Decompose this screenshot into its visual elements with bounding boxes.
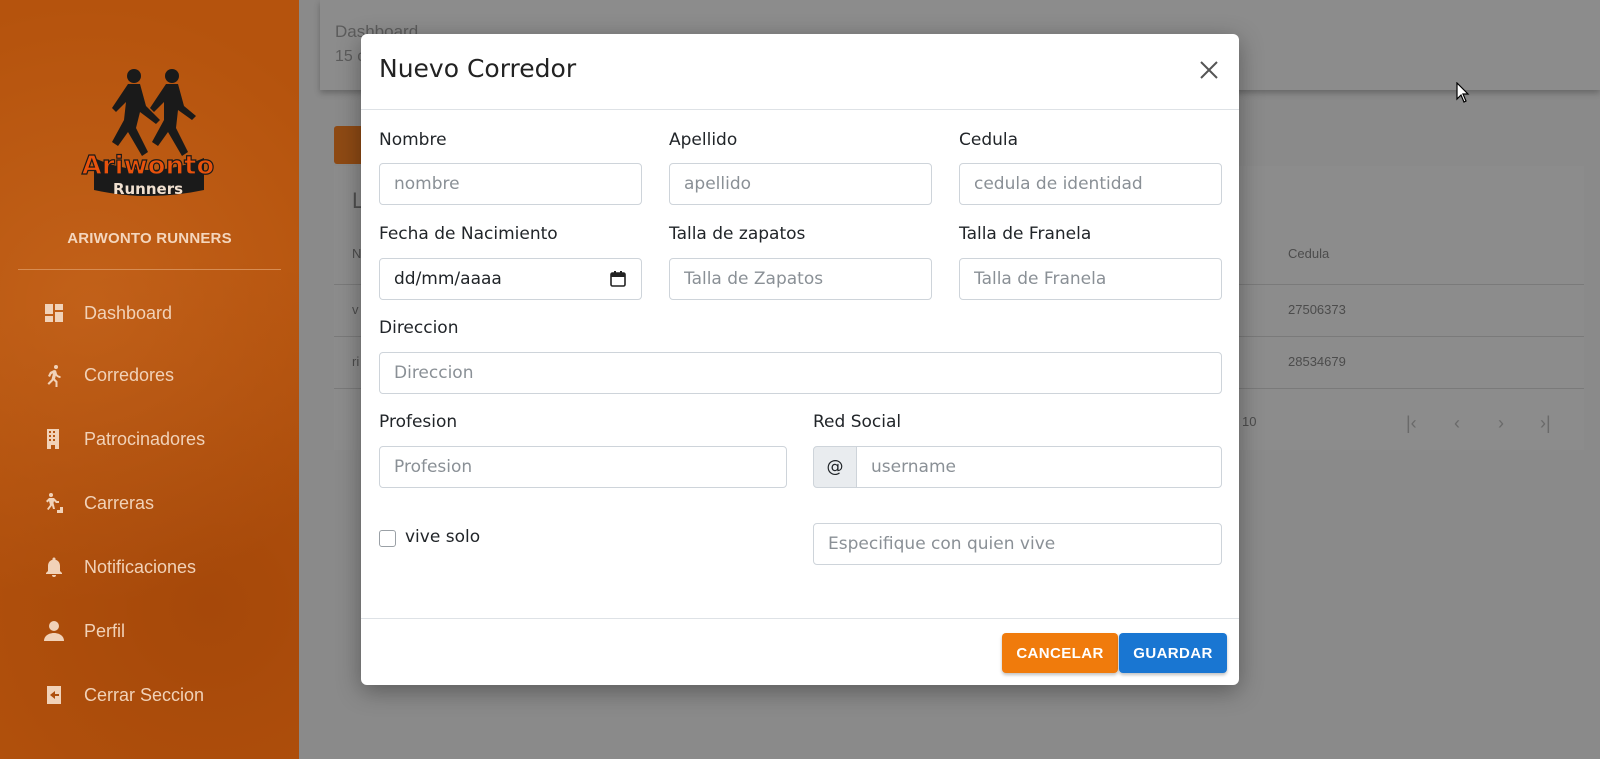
- first-page-icon[interactable]: |‹: [1406, 413, 1417, 434]
- birthdate-input[interactable]: dd/mm/aaaa: [379, 258, 642, 300]
- sidebar-item-perfil[interactable]: Perfil: [40, 616, 125, 646]
- bell-icon: [40, 553, 68, 581]
- modal-title: Nuevo Corredor: [379, 54, 577, 83]
- next-page-icon[interactable]: ›: [1498, 413, 1504, 434]
- cedula-label: Cedula: [959, 130, 1019, 150]
- sidebar-item-notificaciones[interactable]: Notificaciones: [40, 552, 196, 582]
- lives-with-input[interactable]: [813, 523, 1222, 565]
- runner-icon: [40, 361, 68, 389]
- shirt-size-input[interactable]: [959, 258, 1222, 300]
- cedula-input[interactable]: [959, 163, 1222, 205]
- cancel-button[interactable]: CANCELAR: [1002, 633, 1118, 673]
- sidebar-item-patrocinadores[interactable]: Patrocinadores: [40, 424, 205, 454]
- at-sign-addon: @: [813, 446, 857, 488]
- rows-per-page-select[interactable]: 10: [1242, 414, 1256, 429]
- close-button[interactable]: [1195, 56, 1223, 84]
- calendar-icon[interactable]: [609, 270, 627, 288]
- sidebar-item-dashboard[interactable]: Dashboard: [40, 298, 172, 328]
- person-icon: [40, 617, 68, 645]
- profession-input[interactable]: [379, 446, 787, 488]
- sidebar: Ariwonto Runners ARIWONTO RUNNERS Dashbo…: [0, 0, 299, 759]
- fecha-label: Fecha de Nacimiento: [379, 224, 558, 244]
- building-icon: [40, 425, 68, 453]
- lives-alone-label: vive solo: [405, 527, 481, 547]
- franela-label: Talla de Franela: [959, 224, 1092, 244]
- sidebar-item-cerrar-seccion[interactable]: Cerrar Seccion: [40, 680, 204, 710]
- sidebar-item-label: Corredores: [84, 364, 175, 385]
- prev-page-icon[interactable]: ‹: [1454, 413, 1460, 434]
- social-username-input[interactable]: [856, 446, 1222, 488]
- new-runner-modal: Nuevo Corredor Nombre Apellido Cedula Fe…: [361, 34, 1239, 685]
- sidebar-item-carreras[interactable]: Carreras: [40, 488, 154, 518]
- sidebar-item-label: Patrocinadores: [84, 428, 206, 449]
- column-header-name: N: [352, 246, 362, 261]
- column-header-cedula: Cedula: [1288, 246, 1330, 261]
- apellido-input[interactable]: [669, 163, 932, 205]
- brand-divider: [18, 269, 281, 270]
- mouse-cursor-icon: [1456, 82, 1470, 103]
- stairs-runner-icon: [40, 489, 68, 517]
- logout-icon: [40, 681, 68, 709]
- close-icon: [1200, 61, 1218, 79]
- lives-alone-checkbox[interactable]: [379, 530, 396, 547]
- modal-header-divider: [361, 109, 1239, 110]
- profesion-label: Profesion: [379, 412, 458, 432]
- ariwonto-logo: Ariwonto Runners: [81, 69, 215, 198]
- apellido-label: Apellido: [669, 130, 738, 150]
- red-social-label: Red Social: [813, 412, 902, 432]
- sidebar-item-label: Notificaciones: [84, 556, 197, 577]
- dashboard-icon: [40, 299, 68, 327]
- direccion-label: Direccion: [379, 318, 459, 338]
- svg-text:Ariwonto: Ariwonto: [82, 151, 215, 181]
- modal-footer-divider: [361, 618, 1239, 619]
- nombre-label: Nombre: [379, 130, 447, 150]
- table-cell: v: [352, 302, 359, 317]
- shoe-size-input[interactable]: [669, 258, 932, 300]
- table-cell: ri: [352, 354, 360, 369]
- address-input[interactable]: [379, 352, 1222, 394]
- nombre-input[interactable]: [379, 163, 642, 205]
- brand-name: ARIWONTO RUNNERS: [67, 230, 232, 247]
- birthdate-value: dd/mm/aaaa: [394, 269, 502, 289]
- sidebar-item-label: Dashboard: [84, 302, 173, 323]
- sidebar-item-label: Carreras: [84, 492, 155, 513]
- table-cell: 28534679: [1288, 354, 1346, 369]
- sidebar-item-label: Perfil: [84, 620, 126, 641]
- svg-text:Runners: Runners: [113, 180, 183, 198]
- zapatos-label: Talla de zapatos: [669, 224, 806, 244]
- sidebar-item-label: Cerrar Seccion: [84, 684, 205, 705]
- last-page-icon[interactable]: ›|: [1540, 413, 1551, 434]
- sidebar-item-corredores[interactable]: Corredores: [40, 360, 174, 390]
- table-cell: 27506373: [1288, 302, 1346, 317]
- save-button[interactable]: GUARDAR: [1119, 633, 1227, 673]
